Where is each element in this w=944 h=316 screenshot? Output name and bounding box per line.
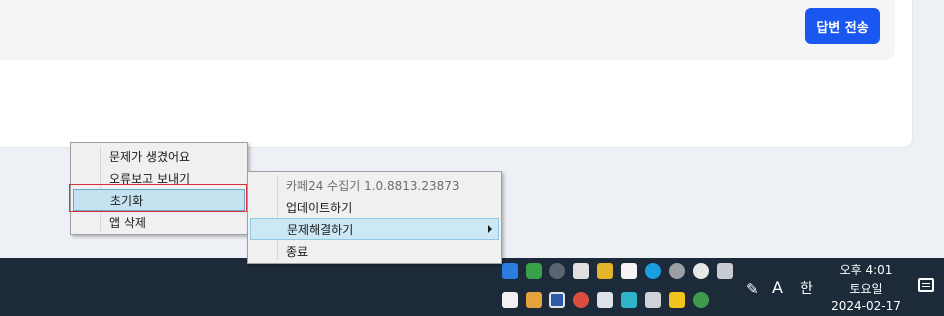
slack-icon[interactable] xyxy=(573,263,589,279)
display-icon[interactable] xyxy=(549,292,565,308)
ime-mode[interactable]: A xyxy=(772,278,783,297)
chrome-icon[interactable] xyxy=(693,292,709,308)
color-app-icon[interactable] xyxy=(573,292,589,308)
kakao-icon[interactable] xyxy=(669,292,685,308)
app-context-menu: 카페24 수집기 1.0.8813.23873 업데이트하기 문제해결하기 종료 xyxy=(247,171,502,264)
edge-icon[interactable] xyxy=(645,263,661,279)
network-icon[interactable] xyxy=(597,292,613,308)
menu-item-version: 카페24 수집기 1.0.8813.23873 xyxy=(286,178,460,193)
ime-language[interactable]: 한 xyxy=(800,278,813,298)
defender-icon[interactable] xyxy=(621,292,637,308)
submit-answer-button[interactable]: 답변 전송 xyxy=(805,8,880,44)
folder-shield-icon[interactable] xyxy=(597,263,613,279)
answer-panel xyxy=(0,0,895,60)
clock-time[interactable]: 오후 4:01 xyxy=(826,261,906,278)
check-shield-icon[interactable] xyxy=(526,263,542,279)
pen-icon[interactable]: ✎ xyxy=(746,280,759,298)
network-share-icon[interactable] xyxy=(502,263,518,279)
reset-highlight-outline xyxy=(69,184,247,212)
font-app-icon[interactable] xyxy=(693,263,709,279)
menu-item-exit[interactable]: 종료 xyxy=(250,240,499,262)
menu-item-troubleshoot[interactable]: 문제해결하기 xyxy=(250,218,499,240)
notification-icon[interactable] xyxy=(918,278,934,292)
menu-item-delete-app[interactable]: 앱 삭제 xyxy=(73,211,245,233)
menu-item-troubleshoot-label: 문제해결하기 xyxy=(287,222,354,237)
capture-app-icon[interactable] xyxy=(717,263,733,279)
image-viewer-icon[interactable] xyxy=(526,292,542,308)
dollar-app-icon[interactable] xyxy=(621,263,637,279)
submenu-arrow-icon xyxy=(488,225,492,233)
volume-icon[interactable] xyxy=(645,292,661,308)
security-shield-icon[interactable] xyxy=(502,292,518,308)
menu-item-report-problem[interactable]: 문제가 생겼어요 xyxy=(73,145,245,167)
clock-day[interactable]: 토요일 xyxy=(826,280,906,297)
chart-app-icon[interactable] xyxy=(549,263,565,279)
menu-item-update[interactable]: 업데이트하기 xyxy=(250,196,499,218)
help-icon[interactable] xyxy=(669,263,685,279)
clock-date[interactable]: 2024-02-17 xyxy=(826,299,906,313)
